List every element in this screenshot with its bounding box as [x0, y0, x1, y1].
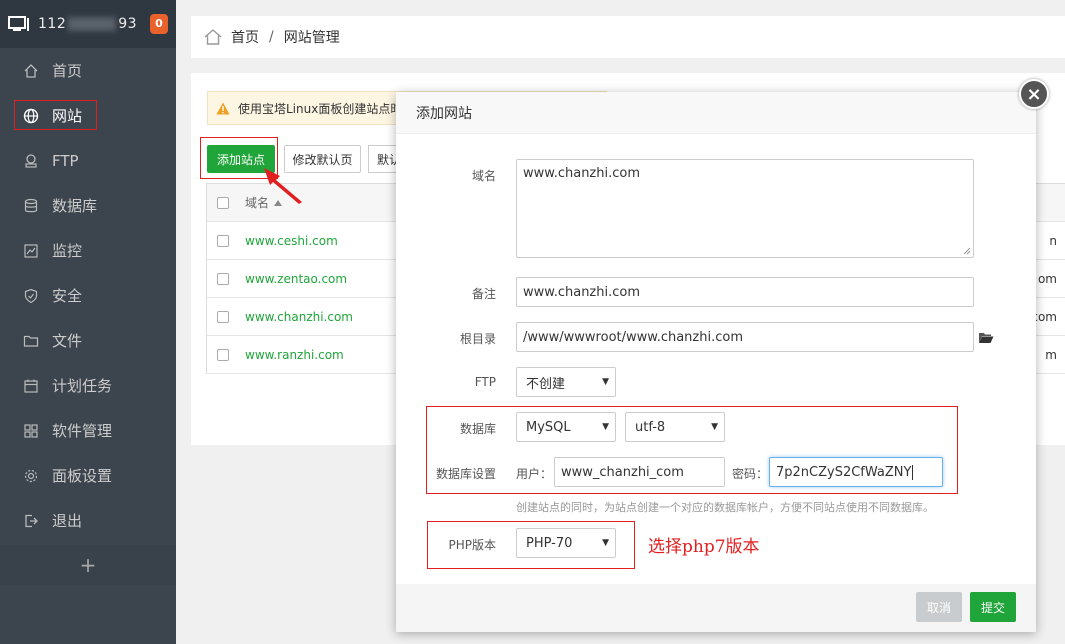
- db-user-label: 用户：: [516, 467, 553, 481]
- dialog-title: 添加网站: [416, 105, 472, 122]
- ftp-icon: [22, 152, 40, 170]
- database-type-select[interactable]: MySQL ▼: [516, 412, 616, 442]
- site-domain-link[interactable]: www.ranzhi.com: [245, 348, 344, 362]
- folder-icon: [22, 332, 40, 350]
- database-charset-select[interactable]: utf-8 ▼: [625, 412, 725, 442]
- home-icon: [22, 62, 40, 80]
- sidebar-item-database[interactable]: 数据库: [0, 183, 176, 228]
- grid-icon: [22, 422, 40, 440]
- remark-label: 备注: [471, 287, 496, 301]
- db-password-label: 密码：: [732, 467, 769, 481]
- caret-down-icon: ▼: [602, 422, 609, 432]
- sidebar-item-website[interactable]: 网站: [0, 93, 176, 138]
- submit-button[interactable]: 提交: [970, 592, 1016, 622]
- select-all-checkbox[interactable]: [217, 196, 229, 209]
- php-version-label: PHP版本: [448, 538, 497, 552]
- warning-text: 使用宝塔Linux面板创建站点时: [238, 101, 403, 116]
- resize-handle-icon[interactable]: [963, 247, 971, 255]
- sidebar: 112 93 0 首页 网站 FTP 数据库 监控 安全 文件 计划任务 软件管理…: [0, 0, 176, 644]
- sidebar-item-software[interactable]: 软件管理: [0, 408, 176, 453]
- home-icon: [204, 29, 222, 45]
- cancel-button[interactable]: 取消: [916, 592, 962, 622]
- sidebar-item-cron[interactable]: 计划任务: [0, 363, 176, 408]
- add-menu-button[interactable]: +: [0, 545, 176, 585]
- site-domain-link[interactable]: www.zentao.com: [245, 272, 347, 286]
- site-domain-link[interactable]: www.chanzhi.com: [245, 310, 353, 324]
- folder-open-icon[interactable]: [978, 331, 994, 344]
- warning-icon: [216, 102, 230, 114]
- breadcrumb-home[interactable]: 首页: [231, 27, 259, 47]
- sidebar-item-files[interactable]: 文件: [0, 318, 176, 363]
- db-settings-label: 数据库设置: [435, 467, 496, 481]
- row-checkbox[interactable]: [217, 310, 229, 323]
- close-dialog-button[interactable]: ×: [1019, 79, 1049, 109]
- notification-badge[interactable]: 0: [150, 14, 168, 34]
- php-annotation: 选择php7版本: [648, 537, 760, 557]
- monitor-icon: [8, 16, 29, 31]
- caret-down-icon: ▼: [602, 377, 609, 387]
- sidebar-menu: 首页 网站 FTP 数据库 监控 安全 文件 计划任务 软件管理 面板设置 退出: [0, 48, 176, 543]
- logout-icon: [22, 512, 40, 530]
- db-password-input[interactable]: 7p2nCZyS2CfWaZNY: [769, 457, 943, 487]
- sidebar-item-logout[interactable]: 退出: [0, 498, 176, 543]
- server-header: 112 93 0: [0, 0, 176, 48]
- db-user-input[interactable]: www_chanzhi_com: [554, 457, 725, 487]
- breadcrumb-separator: /: [269, 29, 274, 45]
- database-icon: [22, 197, 40, 215]
- breadcrumb-current: 网站管理: [283, 30, 340, 46]
- php-version-select[interactable]: PHP-70 ▼: [516, 528, 616, 558]
- dialog-header: 添加网站: [396, 92, 1036, 134]
- caret-down-icon: ▼: [711, 422, 718, 432]
- sidebar-item-ftp[interactable]: FTP: [0, 138, 176, 183]
- row-checkbox[interactable]: [217, 348, 229, 361]
- domain-textarea[interactable]: www.chanzhi.com: [516, 159, 974, 258]
- row-checkbox[interactable]: [217, 272, 229, 285]
- root-dir-label: 根目录: [459, 332, 496, 346]
- caret-down-icon: ▼: [602, 538, 609, 548]
- shield-icon: [22, 287, 40, 305]
- calendar-icon: [22, 377, 40, 395]
- ftp-label: FTP: [474, 375, 496, 389]
- db-hint: 创建站点的同时，为站点创建一个对应的数据库帐户，方便不同站点使用不同数据库。: [516, 501, 934, 514]
- sidebar-item-security[interactable]: 安全: [0, 273, 176, 318]
- site-domain-link[interactable]: www.ceshi.com: [245, 234, 338, 248]
- row-checkbox[interactable]: [217, 234, 229, 247]
- sidebar-item-home[interactable]: 首页: [0, 48, 176, 93]
- dialog-footer: 取消 提交: [396, 584, 1036, 632]
- domain-label: 域名: [471, 169, 496, 183]
- database-label: 数据库: [459, 422, 496, 436]
- gear-icon: [22, 467, 40, 485]
- root-dir-input[interactable]: /www/wwwroot/www.chanzhi.com: [516, 322, 974, 352]
- breadcrumb: 首页 / 网站管理: [191, 16, 1065, 58]
- add-site-dialog: 添加网站 域名 www.chanzhi.com 备注 www.chanzhi.c…: [396, 92, 1036, 632]
- ftp-select[interactable]: 不创建 ▼: [516, 367, 616, 397]
- server-ip: 112 93: [38, 16, 138, 32]
- sidebar-item-settings[interactable]: 面板设置: [0, 453, 176, 498]
- remark-input[interactable]: www.chanzhi.com: [516, 277, 974, 307]
- annotation-arrow-icon: [264, 168, 302, 204]
- chart-icon: [22, 242, 40, 260]
- sidebar-item-monitor[interactable]: 监控: [0, 228, 176, 273]
